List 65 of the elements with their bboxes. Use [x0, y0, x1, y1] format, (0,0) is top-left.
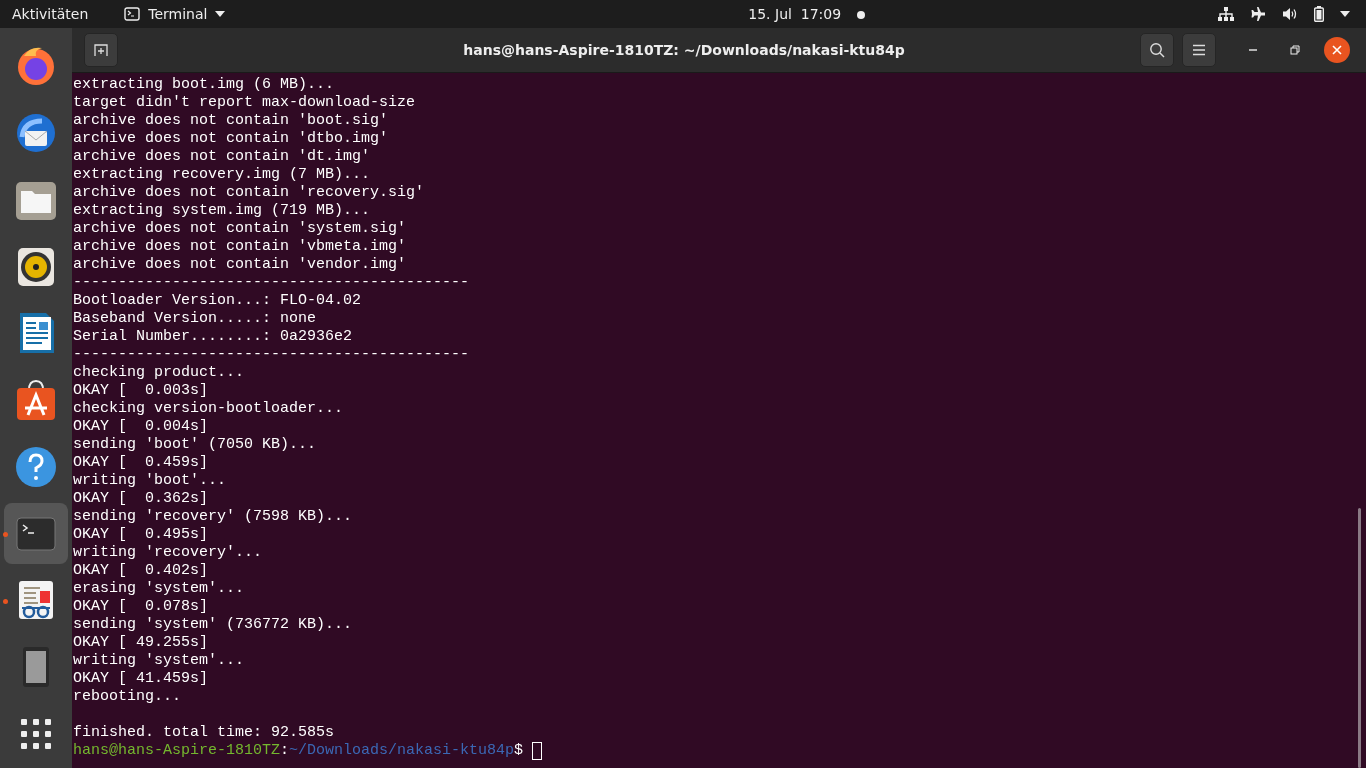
terminal-line: OKAY [ 49.255s] — [73, 634, 209, 652]
terminal-line: -------------------------------------------- — [73, 274, 470, 292]
text-cursor — [532, 742, 543, 760]
terminal-line: archive does not contain 'dtbo.img' — [73, 130, 389, 148]
terminal-line: extracting recovery.img (7 MB)... — [73, 166, 371, 184]
minimize-icon — [1248, 49, 1258, 51]
close-button[interactable] — [1324, 37, 1350, 63]
caret-icon — [215, 11, 226, 17]
caret-icon — [1340, 11, 1350, 17]
network-icon — [1218, 7, 1234, 21]
terminal-line: target didn't report max-download-size — [73, 94, 416, 112]
terminal-line: OKAY [ 0.003s] — [73, 382, 209, 400]
terminal-line: OKAY [ 0.459s] — [73, 454, 209, 472]
terminal-line: checking version-bootloader... — [73, 400, 344, 418]
airplane-icon — [1250, 6, 1266, 22]
terminal-line: -------------------------------------------- — [73, 346, 470, 364]
terminal-line: writing 'boot'... — [73, 472, 227, 490]
prompt-symbol: $ — [514, 742, 524, 760]
menu-button[interactable] — [1182, 33, 1216, 67]
terminal-line: sending 'recovery' (7598 KB)... — [73, 508, 353, 526]
terminal-line: archive does not contain 'recovery.sig' — [73, 184, 425, 202]
terminal-line: archive does not contain 'system.sig' — [73, 220, 407, 238]
terminal-line: archive does not contain 'vbmeta.img' — [73, 238, 407, 256]
clock-button[interactable]: 15. Jul 17:09 — [748, 3, 866, 25]
search-icon — [1149, 42, 1165, 58]
prompt-separator: : — [280, 742, 290, 760]
terminal-line: Baseband Version.....: none — [73, 310, 317, 328]
new-tab-icon — [94, 43, 108, 57]
terminal-line: extracting boot.img (6 MB)... — [73, 76, 335, 94]
terminal-line: sending 'boot' (7050 KB)... — [73, 436, 317, 454]
terminal-line: OKAY [ 0.078s] — [73, 598, 209, 616]
prompt-user-host: hans@hans-Aspire-1810TZ — [73, 742, 281, 760]
shopping-bag-icon — [14, 378, 58, 423]
search-button[interactable] — [1140, 33, 1174, 67]
new-tab-button[interactable] — [84, 33, 118, 67]
terminal-line: archive does not contain 'dt.img' — [73, 148, 371, 166]
terminal-line: writing 'recovery'... — [73, 544, 263, 562]
terminal-line: OKAY [ 0.495s] — [73, 526, 209, 544]
terminal-line: sending 'system' (736772 KB)... — [73, 616, 353, 634]
prompt-path: ~/Downloads/nakasi-ktu84p — [289, 742, 515, 760]
terminal-line: checking product... — [73, 364, 245, 382]
terminal-icon — [124, 7, 141, 21]
terminal-line: OKAY [ 0.402s] — [73, 562, 209, 580]
activities-button[interactable]: Aktivitäten — [0, 3, 101, 25]
restore-icon — [1290, 45, 1300, 55]
terminal-line: OKAY [ 0.004s] — [73, 418, 209, 436]
terminal-line: OKAY [ 0.362s] — [73, 490, 209, 508]
scrollbar[interactable] — [1358, 508, 1361, 768]
app-menu[interactable]: Terminal — [124, 3, 226, 25]
window-title: hans@hans-Aspire-1810TZ: ~/Downloads/nakasi-ktu84p — [463, 40, 905, 60]
terminal-line: erasing 'system'... — [73, 580, 245, 598]
terminal-line: rebooting... — [73, 688, 182, 706]
close-icon — [1332, 45, 1342, 55]
volume-icon — [1282, 7, 1298, 21]
terminal-line: extracting system.img (719 MB)... — [73, 202, 371, 220]
terminal-line: archive does not contain 'vendor.img' — [73, 256, 407, 274]
terminal-line: writing 'system'... — [73, 652, 245, 670]
battery-icon — [1314, 6, 1324, 22]
question-mark-icon — [14, 444, 58, 489]
terminal-line: OKAY [ 41.459s] — [73, 670, 209, 688]
terminal-line: Serial Number........: 0a2936e2 — [73, 328, 353, 346]
terminal-line: archive does not contain 'boot.sig' — [73, 112, 389, 130]
terminal-line: Bootloader Version...: FLO-04.02 — [73, 292, 362, 310]
menu-icon — [1192, 44, 1206, 56]
terminal-line: finished. total time: 92.585s — [73, 724, 335, 742]
